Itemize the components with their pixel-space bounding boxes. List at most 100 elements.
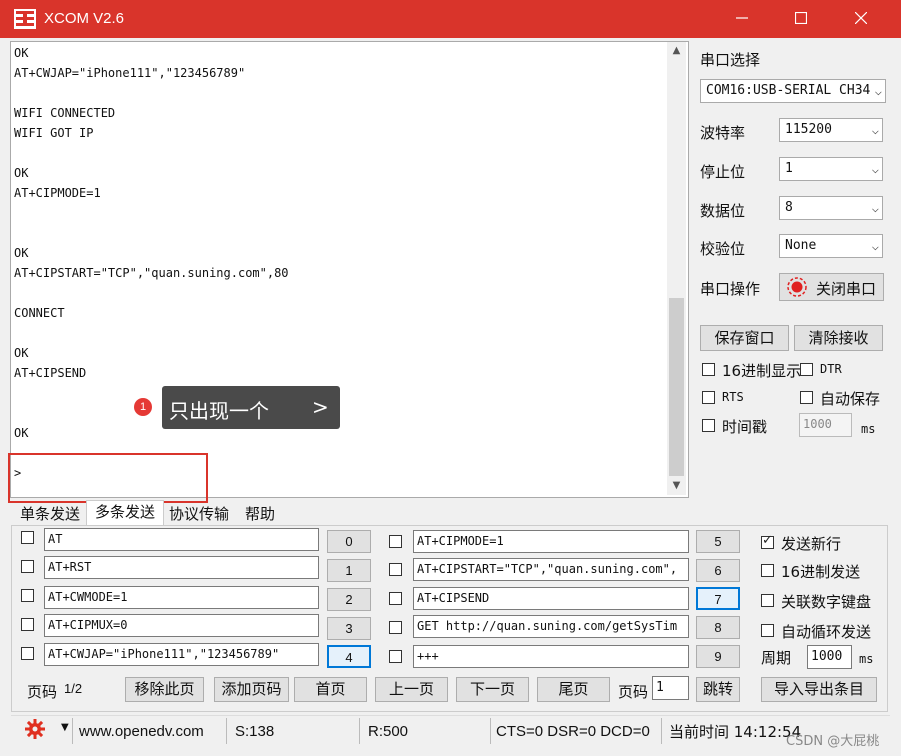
row-checkbox[interactable] <box>21 531 34 544</box>
gear-icon <box>25 719 45 739</box>
auto-save-label: 自动保存 <box>820 390 881 408</box>
timestamp-checkbox[interactable] <box>702 419 715 432</box>
receive-line: AT+CWJAP="iPhone111","123456789" <box>14 66 246 80</box>
row-checkbox[interactable] <box>21 589 34 602</box>
dtr-label: DTR <box>820 362 842 376</box>
baud-label: 波特率 <box>700 124 746 142</box>
clear-receive-button[interactable]: 清除接收 <box>794 325 883 351</box>
send-button-3[interactable]: 3 <box>327 617 371 640</box>
page-indicator: 1/2 <box>64 681 83 696</box>
current-time: 当前时间 14:12:54 <box>669 723 802 741</box>
row-checkbox[interactable] <box>389 621 402 634</box>
send-button-0[interactable]: 0 <box>327 530 371 553</box>
settings-menu-button[interactable]: ▼ <box>24 718 69 739</box>
maximize-button[interactable] <box>778 0 824 38</box>
goto-page-label: 页码 <box>618 683 649 701</box>
add-page-button[interactable]: 添加页码 <box>214 677 289 702</box>
receive-line: CONNECT <box>14 306 65 320</box>
parity-select[interactable]: None ⌵ <box>779 234 883 258</box>
row-checkbox[interactable] <box>21 618 34 631</box>
send-newline-label: 发送新行 <box>781 535 842 553</box>
stop-bits-select[interactable]: 1 ⌵ <box>779 157 883 181</box>
period-label: 周期 <box>761 649 792 667</box>
remove-page-button[interactable]: 移除此页 <box>125 677 204 702</box>
rts-label: RTS <box>722 390 744 404</box>
last-page-button[interactable]: 尾页 <box>537 677 610 702</box>
command-input[interactable]: AT+CWMODE=1 <box>44 586 319 609</box>
close-icon <box>854 11 868 25</box>
row-checkbox[interactable] <box>389 535 402 548</box>
receive-textarea[interactable]: OK AT+CWJAP="iPhone111","123456789" WIFI… <box>10 41 689 498</box>
receive-scrollbar[interactable]: ▲ ▼ <box>667 42 686 495</box>
first-page-button[interactable]: 首页 <box>294 677 367 702</box>
send-button-6[interactable]: 6 <box>696 559 740 582</box>
hex-display-label: 16进制显示 <box>722 362 802 380</box>
status-separator <box>490 718 491 744</box>
jump-button[interactable]: 跳转 <box>696 677 740 702</box>
prev-page-button[interactable]: 上一页 <box>375 677 448 702</box>
scroll-down-icon[interactable]: ▼ <box>667 479 686 493</box>
minimize-button[interactable] <box>719 0 765 38</box>
command-input[interactable]: AT+CIPMUX=0 <box>44 614 319 637</box>
save-window-button[interactable]: 保存窗口 <box>700 325 789 351</box>
modem-status: CTS=0 DSR=0 DCD=0 <box>496 723 650 740</box>
baud-select[interactable]: 115200 ⌵ <box>779 118 883 142</box>
command-input[interactable]: GET http://quan.suning.com/getSysTim <box>413 615 689 638</box>
timestamp-interval-input[interactable]: 1000 <box>799 413 852 437</box>
command-input[interactable]: AT <box>44 528 319 551</box>
tab-single-send[interactable]: 单条发送 <box>18 503 82 525</box>
chevron-down-icon: ⌵ <box>871 162 879 176</box>
close-button[interactable] <box>838 0 884 38</box>
close-port-label: 关闭串口 <box>816 280 877 298</box>
row-checkbox[interactable] <box>389 592 402 605</box>
send-button-2[interactable]: 2 <box>327 588 371 611</box>
port-value: COM16:USB-SERIAL CH34 <box>706 83 871 98</box>
scroll-up-icon[interactable]: ▲ <box>667 44 686 58</box>
command-input[interactable]: +++ <box>413 645 689 668</box>
command-input[interactable]: AT+CIPSEND <box>413 587 689 610</box>
rts-checkbox[interactable] <box>702 391 715 404</box>
tab-protocol[interactable]: 协议传输 <box>166 503 232 525</box>
tab-multi-send[interactable]: 多条发送 <box>86 500 164 527</box>
command-input[interactable]: AT+CIPMODE=1 <box>413 530 689 553</box>
receive-line: AT+CIPSTART="TCP","quan.suning.com",80 <box>14 266 289 280</box>
next-page-button[interactable]: 下一页 <box>456 677 529 702</box>
send-button-4[interactable]: 4 <box>327 645 371 668</box>
auto-save-checkbox[interactable] <box>800 391 813 404</box>
baud-value: 115200 <box>785 122 832 137</box>
command-input[interactable]: AT+CIPSTART="TCP","quan.suning.com", <box>413 558 689 581</box>
row-checkbox[interactable] <box>21 647 34 660</box>
send-button-1[interactable]: 1 <box>327 559 371 582</box>
hex-send-checkbox[interactable] <box>761 564 774 577</box>
send-button-7[interactable]: 7 <box>696 587 740 610</box>
goto-page-input[interactable]: 1 <box>652 676 689 700</box>
link-keypad-checkbox[interactable] <box>761 594 774 607</box>
row-checkbox[interactable] <box>389 563 402 576</box>
send-button-9[interactable]: 9 <box>696 645 740 668</box>
send-newline-checkbox[interactable] <box>761 533 774 549</box>
dropdown-caret-icon: ▼ <box>61 722 69 733</box>
dtr-checkbox[interactable] <box>800 363 813 376</box>
period-input[interactable]: 1000 <box>807 645 852 669</box>
data-bits-select[interactable]: 8 ⌵ <box>779 196 883 220</box>
port-label: 串口选择 <box>700 51 761 69</box>
scroll-thumb[interactable] <box>669 298 684 476</box>
record-icon <box>787 277 807 297</box>
website-link[interactable]: www.openedv.com <box>79 722 204 742</box>
row-checkbox[interactable] <box>389 650 402 663</box>
auto-loop-checkbox[interactable] <box>761 624 774 637</box>
parity-label: 校验位 <box>700 240 746 258</box>
link-keypad-label: 关联数字键盘 <box>781 593 872 611</box>
tab-help[interactable]: 帮助 <box>240 503 280 525</box>
port-op-label: 串口操作 <box>700 280 761 298</box>
close-port-button[interactable]: 关闭串口 <box>779 273 884 301</box>
import-export-button[interactable]: 导入导出条目 <box>761 677 877 702</box>
send-button-8[interactable]: 8 <box>696 616 740 639</box>
hex-display-checkbox[interactable] <box>702 363 715 376</box>
command-input[interactable]: AT+RST <box>44 556 319 579</box>
data-bits-value: 8 <box>785 200 793 215</box>
port-select[interactable]: COM16:USB-SERIAL CH34 ⌵ <box>700 79 886 103</box>
send-button-5[interactable]: 5 <box>696 530 740 553</box>
command-input[interactable]: AT+CWJAP="iPhone111","123456789" <box>44 643 319 666</box>
row-checkbox[interactable] <box>21 560 34 573</box>
